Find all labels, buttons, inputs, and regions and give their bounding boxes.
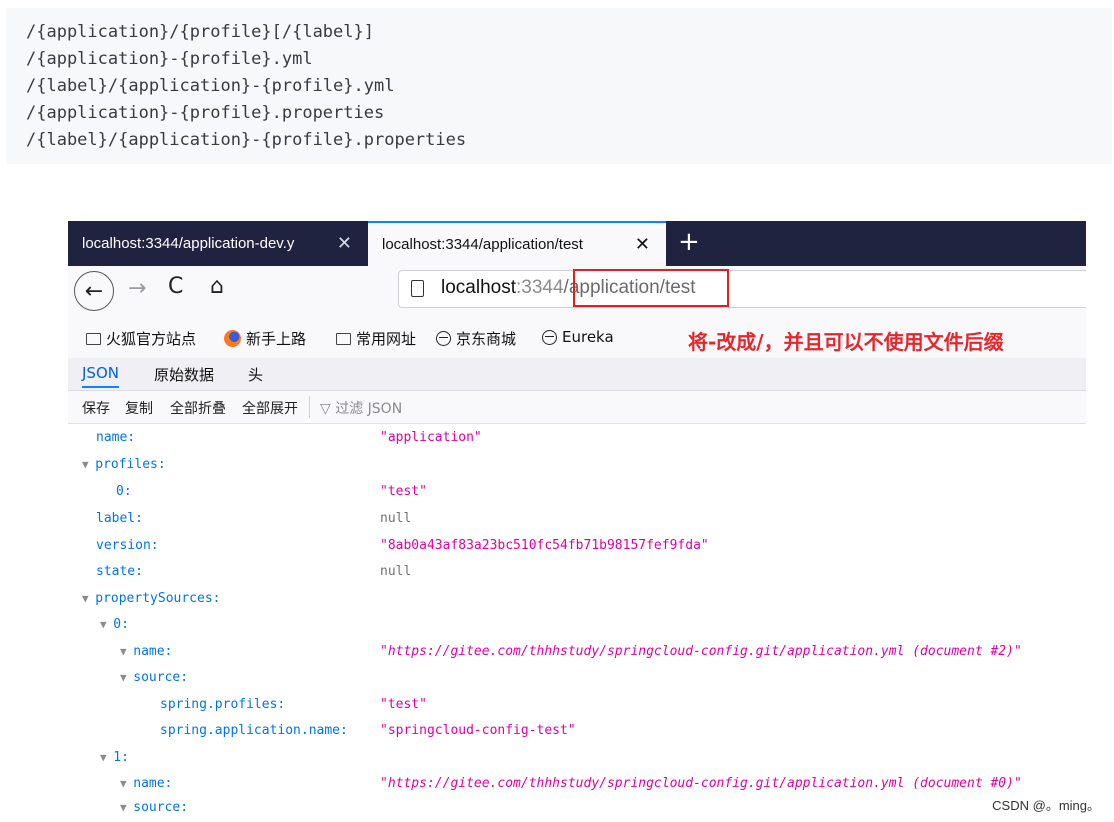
copy-button[interactable]: 复制	[125, 398, 153, 418]
viewer-tabs: JSON 原始数据 头	[68, 358, 1086, 391]
code-line: /{application}-{profile}.yml	[26, 49, 313, 69]
folder-icon	[86, 332, 101, 345]
close-icon[interactable]: ✕	[635, 234, 650, 255]
json-row[interactable]: ▼ name:	[120, 776, 172, 791]
firefox-icon	[224, 330, 241, 347]
json-toolbar: 保存 复制 全部折叠 全部展开 ▽ 过滤 JSON	[68, 391, 1086, 424]
page-icon	[411, 280, 424, 297]
filter-placeholder: 过滤 JSON	[335, 401, 403, 417]
tab-application-test[interactable]: localhost:3344/application/test ✕	[368, 221, 666, 266]
json-row[interactable]: ▼ profiles:	[82, 457, 166, 472]
json-row[interactable]: version:	[96, 538, 159, 553]
bookmark-label: 新手上路	[246, 330, 307, 348]
bookmark-item[interactable]: 京东商城	[436, 328, 516, 349]
expand-triangle-icon: ▼	[100, 751, 114, 764]
json-row[interactable]: label:	[96, 511, 143, 526]
url-port: :3344	[516, 277, 564, 298]
json-row[interactable]: ▼ source:	[120, 800, 188, 811]
collapse-all-button[interactable]: 全部折叠	[170, 398, 226, 418]
expand-triangle-icon: ▼	[82, 458, 96, 471]
annotation-text: 将-改成/，并且可以不使用文件后缀	[688, 330, 1004, 354]
close-icon[interactable]: ✕	[337, 233, 352, 254]
save-button[interactable]: 保存	[82, 398, 110, 418]
json-value: "test"	[380, 697, 427, 712]
code-line: /{application}/{profile}[/{label}]	[26, 22, 374, 42]
back-arrow-icon: ←	[84, 278, 104, 304]
expand-triangle-icon: ▼	[120, 645, 134, 658]
new-tab-button[interactable]: +	[678, 227, 700, 257]
bookmark-label: 常用网址	[356, 330, 417, 348]
browser-window: localhost:3344/application-dev.y ✕ local…	[68, 221, 1086, 811]
json-row[interactable]: 0:	[116, 484, 132, 499]
reload-button[interactable]: C	[168, 274, 183, 299]
json-row[interactable]: ▼ propertySources:	[82, 591, 220, 606]
tab-title: localhost:3344/application/test	[382, 236, 583, 253]
bookmark-label: 火狐官方站点	[106, 330, 197, 348]
json-value: "application"	[380, 430, 482, 445]
json-value: "springcloud-config-test"	[380, 723, 576, 738]
code-block: /{application}/{profile}[/{label}] /{app…	[6, 8, 1112, 164]
json-row[interactable]: ▼ 1:	[100, 750, 129, 765]
tab-bar: localhost:3344/application-dev.y ✕ local…	[68, 221, 1086, 266]
json-value: "8ab0a43af83a23bc510fc54fb71b98157fef9fd…	[380, 538, 709, 553]
code-line: /{label}/{application}-{profile}.yml	[26, 76, 395, 96]
json-row[interactable]: spring.application.name:	[160, 723, 348, 738]
globe-icon	[436, 331, 451, 346]
expand-triangle-icon: ▼	[120, 671, 134, 684]
json-row[interactable]: ▼ name:	[120, 644, 172, 659]
json-value: null	[380, 511, 412, 526]
json-value: null	[380, 564, 412, 579]
expand-triangle-icon: ▼	[100, 618, 114, 631]
filter-icon: ▽	[320, 401, 336, 417]
bookmark-item[interactable]: 火狐官方站点	[86, 328, 196, 349]
json-row[interactable]: spring.profiles:	[160, 697, 285, 712]
json-row[interactable]: state:	[96, 564, 143, 579]
json-row[interactable]: name:	[96, 430, 135, 445]
json-row[interactable]: ▼ 0:	[100, 617, 129, 632]
tab-raw-data[interactable]: 原始数据	[154, 364, 214, 385]
json-value: "test"	[380, 484, 427, 499]
json-row[interactable]: ▼ source:	[120, 670, 188, 685]
highlight-box	[573, 269, 729, 307]
tab-application-dev[interactable]: localhost:3344/application-dev.y ✕	[68, 221, 368, 266]
expand-triangle-icon: ▼	[120, 801, 134, 811]
tab-json[interactable]: JSON	[82, 364, 119, 388]
expand-triangle-icon: ▼	[82, 592, 96, 605]
toolbar-divider	[309, 396, 310, 418]
address-bar[interactable]: localhost:3344/application/test	[398, 270, 1086, 308]
bookmark-item[interactable]: Eureka	[542, 328, 614, 346]
bookmark-label: Eureka	[562, 328, 614, 346]
back-button[interactable]: ←	[74, 271, 114, 311]
code-line: /{label}/{application}-{profile}.propert…	[26, 130, 467, 150]
code-line: /{application}-{profile}.properties	[26, 103, 385, 123]
bookmark-label: 京东商城	[456, 330, 517, 348]
bookmark-item[interactable]: 常用网址	[336, 328, 416, 349]
json-value: "https://gitee.com/thhhstudy/springcloud…	[380, 776, 1022, 791]
home-button[interactable]: ⌂	[210, 274, 224, 299]
url-host: localhost	[441, 277, 516, 298]
folder-icon	[336, 332, 351, 345]
filter-json-input[interactable]: ▽ 过滤 JSON	[320, 398, 402, 418]
expand-triangle-icon: ▼	[120, 777, 134, 790]
forward-button[interactable]: →	[128, 276, 146, 301]
json-value: "https://gitee.com/thhhstudy/springcloud…	[380, 644, 1022, 659]
tab-headers[interactable]: 头	[248, 364, 263, 385]
globe-icon	[542, 329, 557, 345]
bookmark-item[interactable]: 新手上路	[224, 328, 306, 349]
tab-title: localhost:3344/application-dev.y	[82, 235, 295, 252]
expand-all-button[interactable]: 全部展开	[242, 398, 298, 418]
watermark: CSDN @。ming。	[992, 798, 1100, 813]
